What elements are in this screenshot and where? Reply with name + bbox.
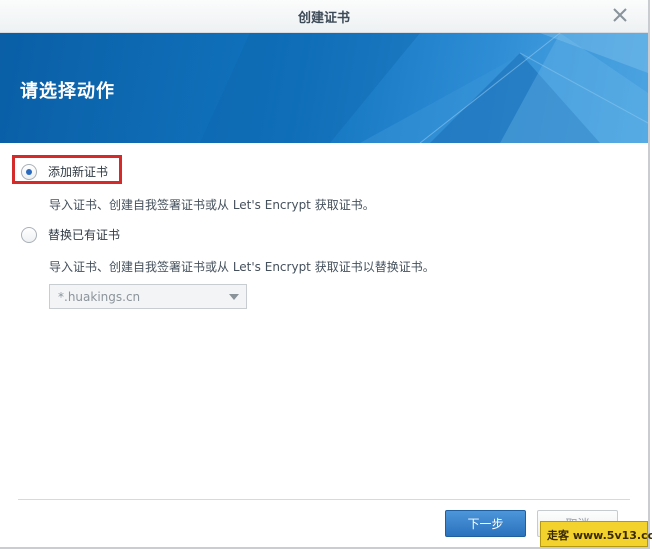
footer-divider [18,499,630,500]
radio-add-new-certificate[interactable] [21,163,37,180]
option-replace-certificate[interactable]: 替换已有证书 [21,226,120,243]
option-label-add-new: 添加新证书 [48,165,109,179]
dialog-banner: 请选择动作 [0,33,648,143]
radio-replace-certificate[interactable] [21,226,37,243]
banner-heading: 请选择动作 [20,81,115,102]
close-icon[interactable] [610,5,630,25]
dialog-titlebar: 创建证书 [0,0,648,33]
watermark-text: 走客 www.5v13.com [547,529,652,542]
option-add-new-certificate[interactable]: 添加新证书 [21,163,108,180]
dialog-title: 创建证书 [297,11,350,26]
option-label-replace: 替换已有证书 [48,228,121,242]
watermark-logo: 走客 www.5v13.com [540,521,652,547]
create-certificate-dialog: 创建证书 请选择动作 添加新证书 导入证书、创建自我签署证书或从 Let's E… [0,0,652,549]
next-button[interactable]: 下一步 [445,510,526,537]
certificate-select[interactable]: *.huakings.cn [49,284,247,309]
chevron-down-icon [229,294,239,300]
option-description-replace: 导入证书、创建自我签署证书或从 Let's Encrypt 获取证书以替换证书。 [49,260,435,274]
option-description-add-new: 导入证书、创建自我签署证书或从 Let's Encrypt 获取证书。 [49,198,375,212]
certificate-select-value: *.huakings.cn [58,290,141,304]
